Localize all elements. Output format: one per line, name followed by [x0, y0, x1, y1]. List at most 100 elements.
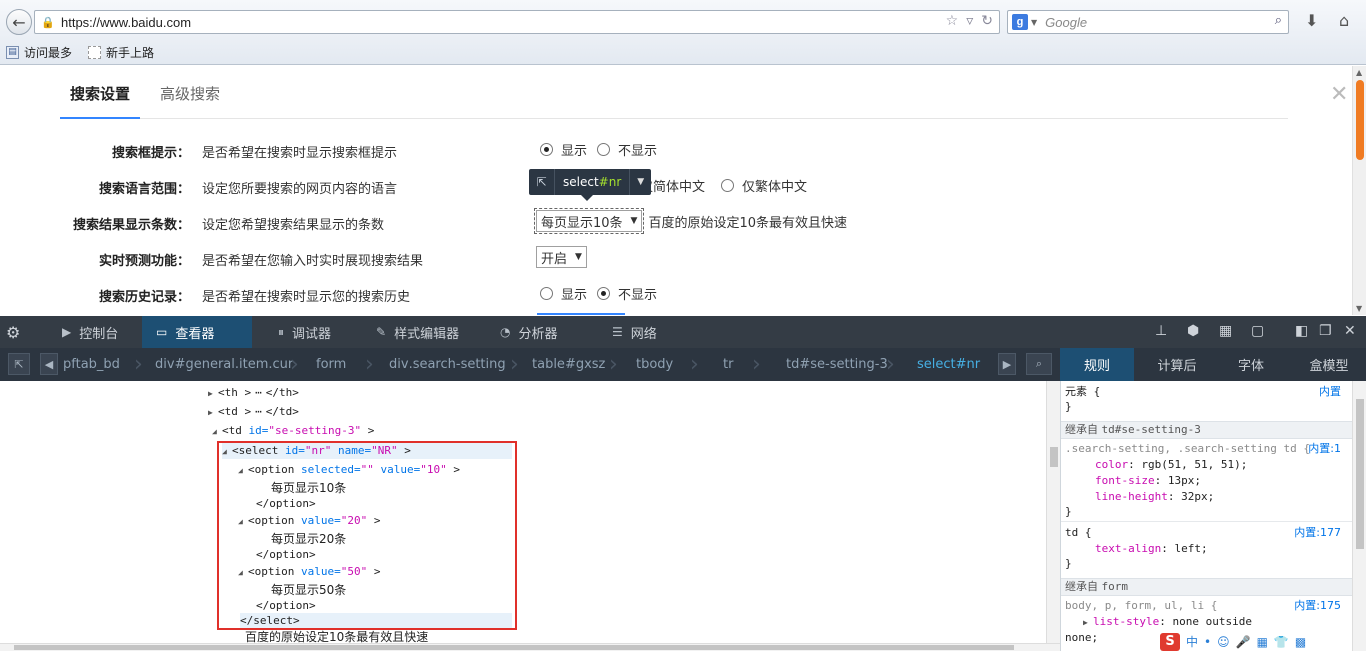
chevron-down-icon[interactable]: ▼	[629, 169, 651, 195]
markup-node-option[interactable]: ◢ <option value="50" >	[238, 564, 380, 580]
markup-node-option[interactable]: ◢ <option selected="" value="10" >	[238, 462, 460, 478]
pick-element-icon[interactable]: ⇱	[529, 169, 555, 195]
tab-inspector[interactable]: ▭ 查看器	[142, 316, 252, 348]
markup-node-th[interactable]: ▶ <th > ⋯ </th>	[208, 385, 299, 401]
punctuation-icon[interactable]: •	[1204, 635, 1211, 649]
markup-text[interactable]: 每页显示50条	[271, 582, 346, 598]
tab-computed[interactable]: 计算后	[1142, 348, 1212, 381]
sogou-ime-icon[interactable]: S	[1160, 632, 1180, 651]
dock-side-icon[interactable]: ◧	[1295, 323, 1308, 339]
breadcrumb-item-current[interactable]: select #nr	[917, 348, 980, 381]
search-bar[interactable]: g ▼ Google ⌕	[1007, 10, 1289, 34]
radio-suggest-hide[interactable]: 不显示	[597, 140, 657, 159]
collapse-triangle-icon[interactable]: ◢	[238, 514, 248, 530]
microphone-icon[interactable]: 🎤	[1236, 635, 1251, 649]
scroll-up-icon[interactable]: ▲	[1356, 68, 1362, 77]
collapse-triangle-icon[interactable]: ◢	[238, 565, 248, 581]
reload-icon[interactable]: ↻	[981, 13, 993, 29]
rule-search-setting[interactable]: .search-setting, .search-setting td {内置:…	[1065, 441, 1349, 457]
scratchpad-icon[interactable]: ▦	[1219, 323, 1232, 339]
radio-suggest-show[interactable]: 显示	[540, 140, 587, 159]
breadcrumb-item[interactable]: div .search-setting	[389, 348, 506, 381]
realtime-select[interactable]: 开启 ▼	[536, 246, 587, 268]
search-icon[interactable]: ⌕	[1275, 13, 1282, 28]
markup-close-tag: </select>	[240, 613, 512, 629]
download-icon[interactable]: ⬇	[1305, 11, 1318, 30]
scroll-down-icon[interactable]: ▼	[1356, 304, 1362, 313]
breadcrumb-item[interactable]: tbody	[636, 348, 673, 381]
skin-icon[interactable]: 👕	[1274, 635, 1289, 649]
responsive-icon[interactable]: ▢	[1251, 323, 1264, 339]
rules-panel[interactable]: 元素 {内置 } 继承自 td#se-setting-3 .search-set…	[1060, 381, 1352, 651]
collapse-triangle-icon[interactable]: ◢	[238, 463, 248, 479]
google-icon[interactable]: g	[1012, 14, 1028, 30]
chevron-down-icon: ▼	[575, 252, 582, 262]
tab-debugger[interactable]: ⏸ 调试器	[264, 316, 345, 348]
markup-text[interactable]: 百度的原始设定10条最有效且快速	[245, 629, 428, 643]
markup-node-option[interactable]: ◢ <option value="20" >	[238, 513, 380, 529]
markup-node-select[interactable]: ◢ <select id="nr" name="NR" >	[222, 443, 512, 459]
rule-td[interactable]: td {内置:177	[1065, 525, 1349, 541]
rule-body-form[interactable]: body, p, form, ul, li {内置:175	[1065, 598, 1349, 614]
breadcrumb-right-arrow-icon[interactable]: ▶	[998, 353, 1016, 375]
radio-lang-simplified[interactable]: 仅简体中文	[640, 176, 705, 195]
expand-triangle-icon[interactable]: ▶	[208, 405, 218, 421]
back-button[interactable]: ←	[6, 9, 32, 35]
markup-view[interactable]: ▶ <th > ⋯ </th> ▶ <td > ⋯ </td> ◢ <td id="se-se…	[0, 381, 1046, 643]
bookmark-getting-started[interactable]: 新手上路	[88, 44, 154, 61]
undock-icon[interactable]: ❐	[1319, 323, 1332, 339]
collapse-triangle-icon[interactable]: ◢	[222, 444, 232, 460]
expand-triangle-icon[interactable]: ▶	[1083, 615, 1093, 631]
toolbox-icon[interactable]: ⊥	[1155, 323, 1167, 339]
bookmark-most-visited[interactable]: ▤ 访问最多	[6, 44, 72, 61]
engine-dropdown-icon[interactable]: ▼	[1031, 18, 1037, 27]
breadcrumb-item[interactable]: tr	[723, 348, 733, 381]
breadcrumb-item[interactable]: pftab_bd	[63, 348, 120, 381]
rules-scrollbar[interactable]	[1352, 381, 1366, 651]
gear-icon[interactable]: ⚙	[6, 323, 20, 342]
url-bar[interactable]: 🔒 https://www.baidu.com ☆ ▿ ↻	[34, 10, 1000, 34]
page-scrollbar[interactable]: ▲ ▼	[1352, 66, 1366, 315]
search-icon[interactable]: ⌕	[1026, 353, 1052, 375]
keyboard-icon[interactable]: ▦	[1257, 635, 1268, 649]
breadcrumb-item[interactable]: td #se-setting-3	[786, 348, 888, 381]
radio-history-hide[interactable]: 不显示	[597, 284, 657, 303]
tab-network[interactable]: ☰ 网络	[598, 316, 671, 348]
sidebar-tabs: 规则 计算后 字体 盒模型	[1060, 348, 1366, 381]
pick-element-icon[interactable]: ⇱	[8, 353, 30, 375]
radio-history-show[interactable]: 显示	[540, 284, 587, 303]
markup-scrollbar[interactable]	[1046, 381, 1060, 643]
3d-view-icon[interactable]: ⬢	[1187, 323, 1199, 339]
markup-node-td[interactable]: ▶ <td > ⋯ </td>	[208, 404, 299, 420]
radio-lang-traditional[interactable]: 仅繁体中文	[721, 176, 807, 195]
breadcrumb-item[interactable]: div #general.item.cur	[155, 348, 293, 381]
collapse-triangle-icon[interactable]: ◢	[212, 424, 222, 440]
markup-node-td-setting[interactable]: ◢ <td id="se-setting-3" >	[212, 423, 374, 439]
markup-text[interactable]: 每页显示20条	[271, 531, 346, 547]
tab-profiler[interactable]: ◔ 分析器	[486, 316, 572, 348]
breadcrumb-left-arrow-icon[interactable]: ◀	[40, 353, 58, 375]
history-dropdown-icon[interactable]: ▿	[966, 13, 973, 29]
breadcrumb-item[interactable]: table #gxsz	[532, 348, 605, 381]
tools-icon[interactable]: ▩	[1295, 635, 1306, 649]
home-icon[interactable]: ⌂	[1339, 11, 1349, 30]
markup-horizontal-scrollbar[interactable]	[0, 643, 1060, 651]
markup-text[interactable]: 每页显示10条	[271, 480, 346, 496]
expand-triangle-icon[interactable]: ▶	[208, 386, 218, 402]
tab-style-editor[interactable]: ✎ 样式编辑器	[362, 316, 473, 348]
emoji-icon[interactable]: ☺	[1217, 635, 1230, 649]
tab-rules[interactable]: 规则	[1060, 348, 1134, 381]
network-icon: ☰	[612, 325, 623, 339]
close-devtools-icon[interactable]: ✕	[1344, 323, 1356, 339]
breadcrumb-item[interactable]: form	[316, 348, 346, 381]
tab-advanced-search[interactable]: 高级搜索	[160, 83, 220, 104]
tab-search-settings[interactable]: 搜索设置	[59, 83, 141, 119]
result-count-select[interactable]: 每页显示10条 ▼	[533, 208, 645, 234]
chinese-mode-icon[interactable]: 中	[1186, 633, 1198, 650]
tab-fonts[interactable]: 字体	[1218, 348, 1284, 381]
close-icon[interactable]: ✕	[1330, 82, 1348, 107]
bookmark-star-icon[interactable]: ☆	[946, 13, 959, 29]
tab-box-model[interactable]: 盒模型	[1292, 348, 1366, 381]
rule-element[interactable]: 元素 {内置	[1065, 384, 1349, 400]
tab-console[interactable]: ▶ 控制台	[48, 316, 132, 348]
